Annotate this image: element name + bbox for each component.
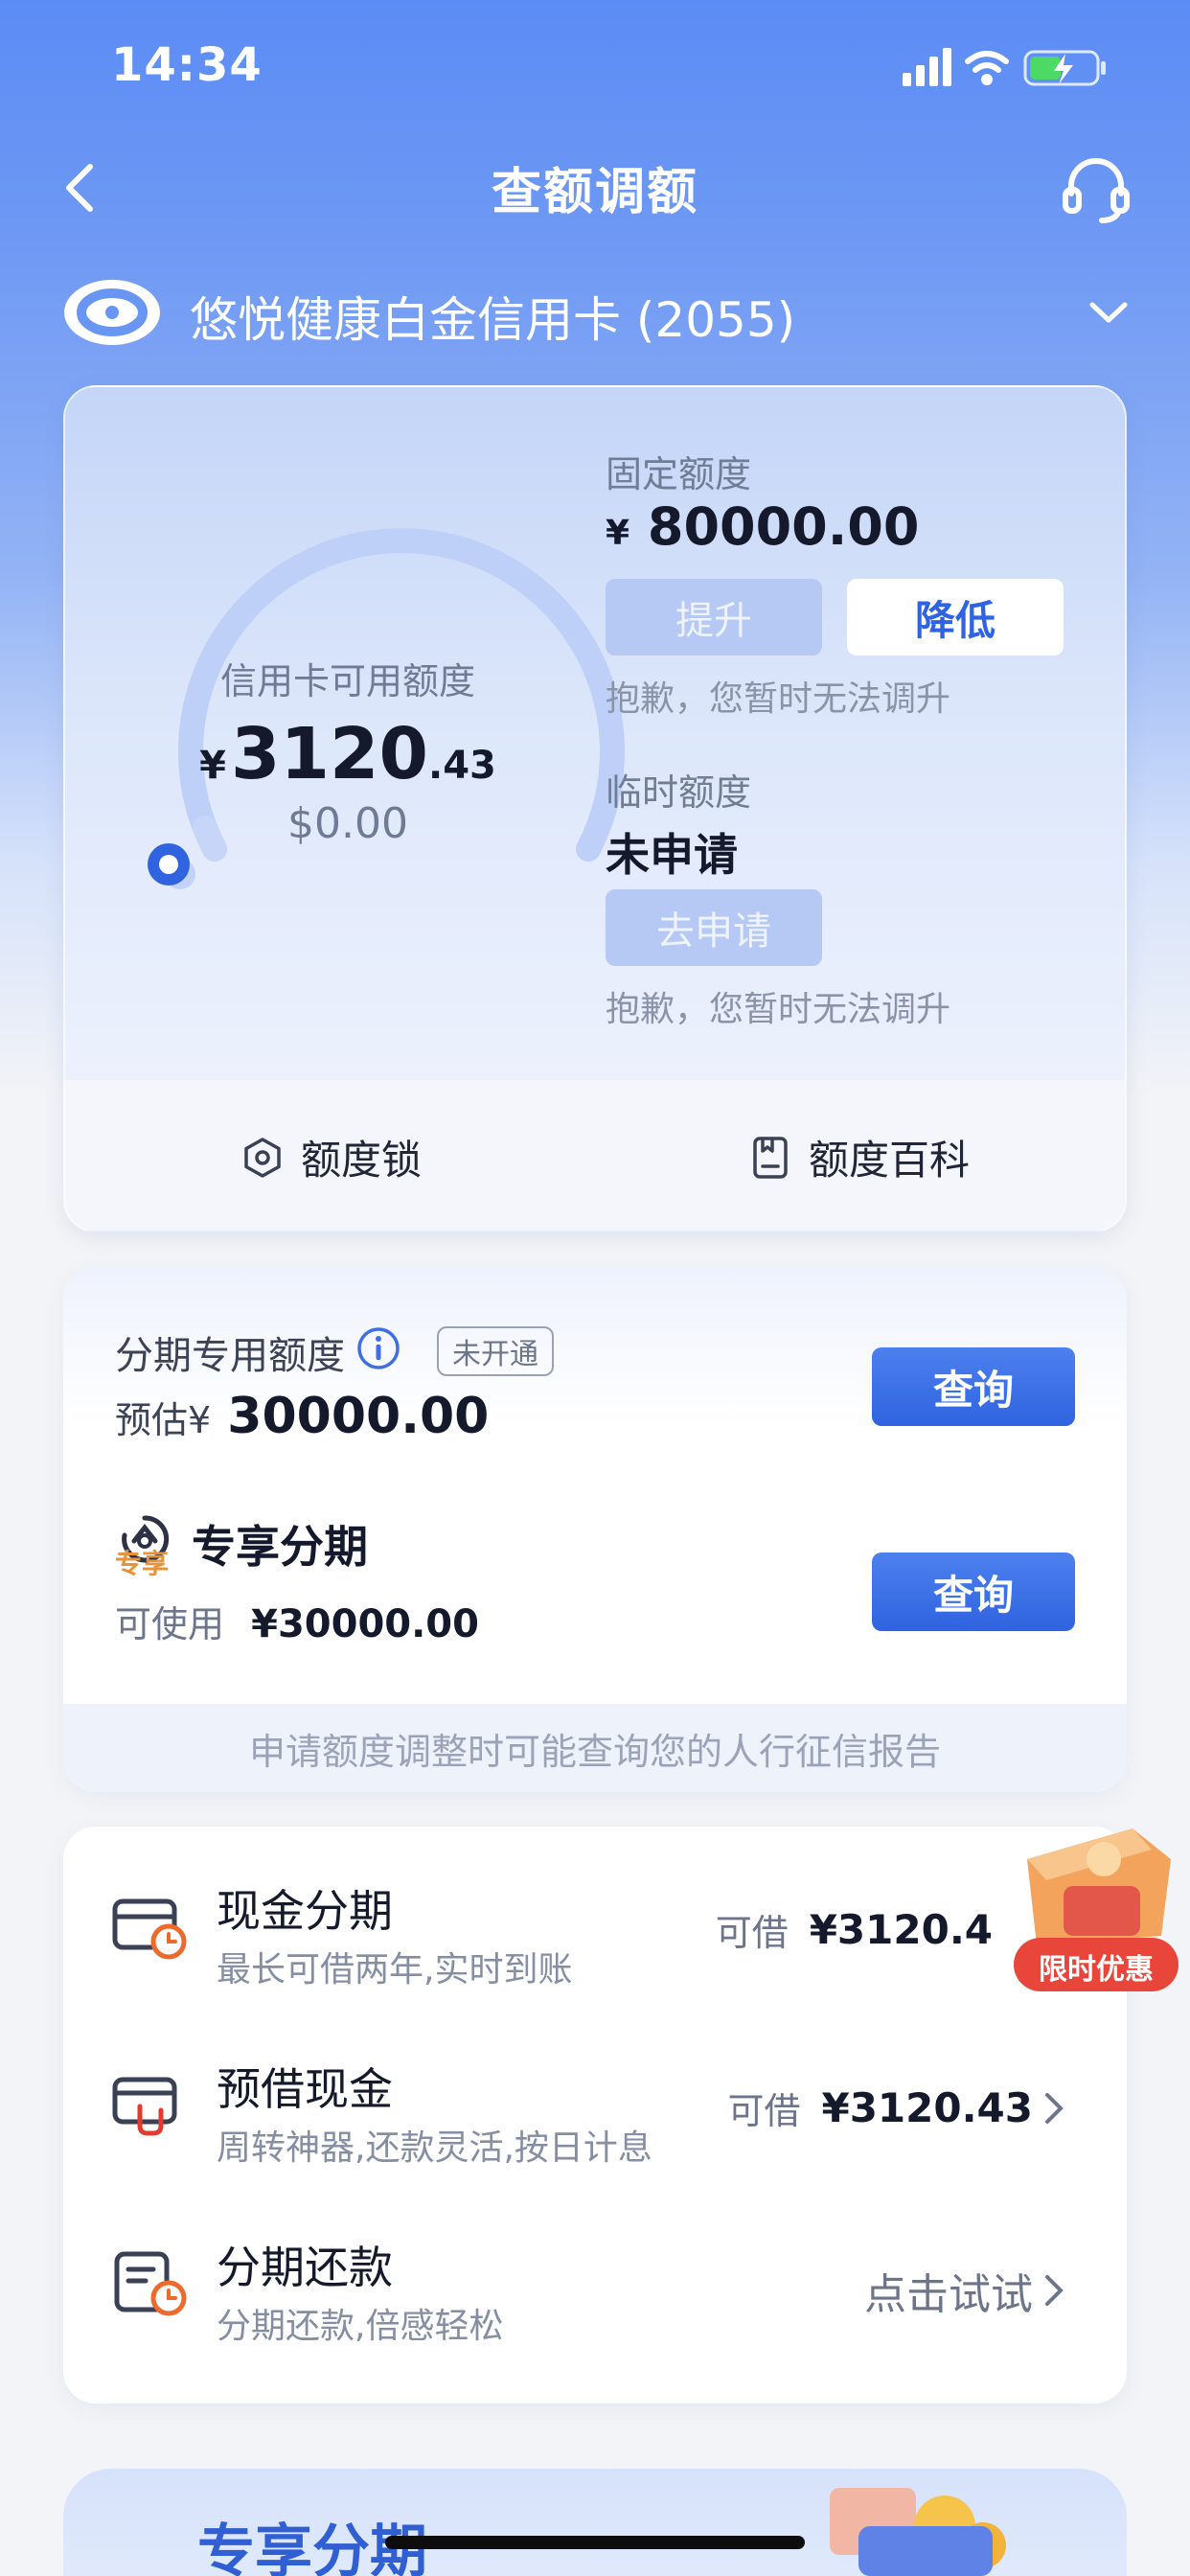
bank-logo-icon xyxy=(64,280,160,345)
query-installment-button[interactable]: 查询 xyxy=(872,1347,1075,1426)
list-item-cash-installment[interactable]: 现金分期 最长可借两年,实时到账 可借 ¥3120.4 xyxy=(63,1827,1127,2005)
exclusive-installment-banner[interactable]: 专享分期 xyxy=(63,2469,1127,2576)
coins-illustration-icon xyxy=(830,2488,1006,2576)
borrow-amount: ¥3120.43 xyxy=(821,2084,1033,2131)
book-icon xyxy=(753,1136,788,1179)
chevron-right-icon xyxy=(1045,2092,1064,2124)
service-title: 现金分期 xyxy=(217,1885,393,1937)
promo-label: 限时优惠 xyxy=(1039,1953,1154,1987)
service-subtitle: 最长可借两年,实时到账 xyxy=(217,1950,573,1990)
query-exclusive-button[interactable]: 查询 xyxy=(872,1552,1075,1631)
status-icons xyxy=(903,48,1106,86)
lower-limit-button[interactable]: 降低 xyxy=(847,579,1064,656)
service-value: 可借 ¥3120.43 xyxy=(727,2082,1065,2134)
credit-report-note: 申请额度调整时可能查询您的人行征信报告 xyxy=(63,1704,1127,1792)
usd-amount: $0.00 xyxy=(287,799,408,848)
credit-limit-panel: 信用卡可用额度 ¥ 3120.43 $0.00 固定额度 ¥ 80000.00 … xyxy=(63,385,1127,1232)
status-badge: 未开通 xyxy=(437,1326,554,1376)
estimate-amount: 30000.00 xyxy=(227,1388,490,1445)
raise-limit-button[interactable]: 提升 xyxy=(606,579,822,656)
borrow-amount: ¥3120.4 xyxy=(809,1906,993,1953)
credit-wiki-link[interactable]: 额度百科 xyxy=(749,1128,970,1186)
try-action-label: 点击试试 xyxy=(864,2270,1033,2319)
exclusive-installment-title: 专享分期 xyxy=(192,1521,368,1573)
currency-symbol: ¥ xyxy=(606,514,630,553)
usable-amount: 可使用 ¥30000.00 xyxy=(115,1595,479,1647)
service-value: 可借 ¥3120.4 xyxy=(716,1903,993,1956)
gauge-label: 信用卡可用额度 xyxy=(219,660,475,702)
temp-limit-label: 临时额度 xyxy=(606,771,752,814)
services-card: 现金分期 最长可借两年,实时到账 可借 ¥3120.4 预借现金 周转神器,还款… xyxy=(63,1827,1127,2404)
service-title: 预借现金 xyxy=(217,2063,393,2115)
wifi-icon xyxy=(965,51,1009,85)
fixed-limit-label: 固定额度 xyxy=(606,453,752,495)
list-item-installment-repayment[interactable]: 分期还款 分期还款,倍感轻松 点击试试 xyxy=(63,2183,1127,2361)
home-indicator xyxy=(385,2536,805,2549)
list-item-cash-advance[interactable]: 预借现金 周转神器,还款灵活,按日计息 可借 ¥3120.43 xyxy=(63,2005,1127,2183)
battery-icon xyxy=(1023,50,1106,86)
estimate-prefix: 预估¥ xyxy=(115,1399,212,1441)
temp-limit-note: 抱歉，您暂时无法调升 xyxy=(606,990,951,1029)
info-icon[interactable] xyxy=(356,1326,400,1370)
service-subtitle: 周转神器,还款灵活,按日计息 xyxy=(217,2128,652,2168)
currency-symbol: ¥ xyxy=(199,744,226,788)
service-subtitle: 分期还款,倍感轻松 xyxy=(217,2307,504,2346)
service-action: 点击试试 xyxy=(864,2260,1065,2321)
temp-limit-status: 未申请 xyxy=(606,829,738,881)
exclusive-badge-text: 专享 xyxy=(115,1548,170,1579)
available-amount-dec: .43 xyxy=(428,744,496,788)
usable-value: ¥30000.00 xyxy=(251,1602,479,1646)
chevron-right-icon xyxy=(1045,2275,1064,2306)
available-amount: ¥ 3120.43 xyxy=(65,713,630,795)
installment-card: 分期专用额度 未开通 预估¥ 30000.00 查询 专享 专享分期 可使用 ¥… xyxy=(63,1267,1127,1792)
signal-icon xyxy=(903,48,951,86)
installment-estimate: 预估¥ 30000.00 xyxy=(115,1388,489,1445)
usable-prefix: 可使用 xyxy=(115,1603,225,1645)
cash-advance-icon xyxy=(112,2077,177,2136)
cash-installment-icon xyxy=(112,1898,187,1960)
chevron-down-icon[interactable] xyxy=(1085,293,1133,332)
credit-lock-label: 额度锁 xyxy=(301,1137,423,1184)
fixed-limit-note: 抱歉，您暂时无法调升 xyxy=(606,679,951,719)
fixed-limit-amount: ¥ 80000.00 xyxy=(606,496,919,557)
customer-service-icon[interactable] xyxy=(1058,151,1134,228)
status-time: 14:34 xyxy=(111,38,263,92)
hexagon-lock-icon xyxy=(244,1137,281,1178)
credit-lock-link[interactable]: 额度锁 xyxy=(241,1128,422,1186)
page-title: 查额调额 xyxy=(491,164,698,221)
card-name[interactable]: 悠悦健康白金信用卡 (2055) xyxy=(190,282,795,351)
apply-temp-limit-button[interactable]: 去申请 xyxy=(606,889,822,966)
service-title: 分期还款 xyxy=(217,2242,393,2293)
installment-limit-label: 分期专用额度 xyxy=(115,1334,345,1378)
available-amount-int: 3120 xyxy=(231,713,429,795)
borrow-prefix: 可借 xyxy=(715,1912,789,1954)
panel-bottom-bar: 额度锁 额度百科 xyxy=(65,1079,1125,1230)
fixed-limit-value: 80000.00 xyxy=(647,496,920,557)
borrow-prefix: 可借 xyxy=(727,2090,801,2132)
limited-offer-promo[interactable]: 限时优惠 xyxy=(989,1821,1190,2003)
credit-wiki-label: 额度百科 xyxy=(809,1137,971,1184)
installment-repayment-icon xyxy=(114,2251,187,2316)
